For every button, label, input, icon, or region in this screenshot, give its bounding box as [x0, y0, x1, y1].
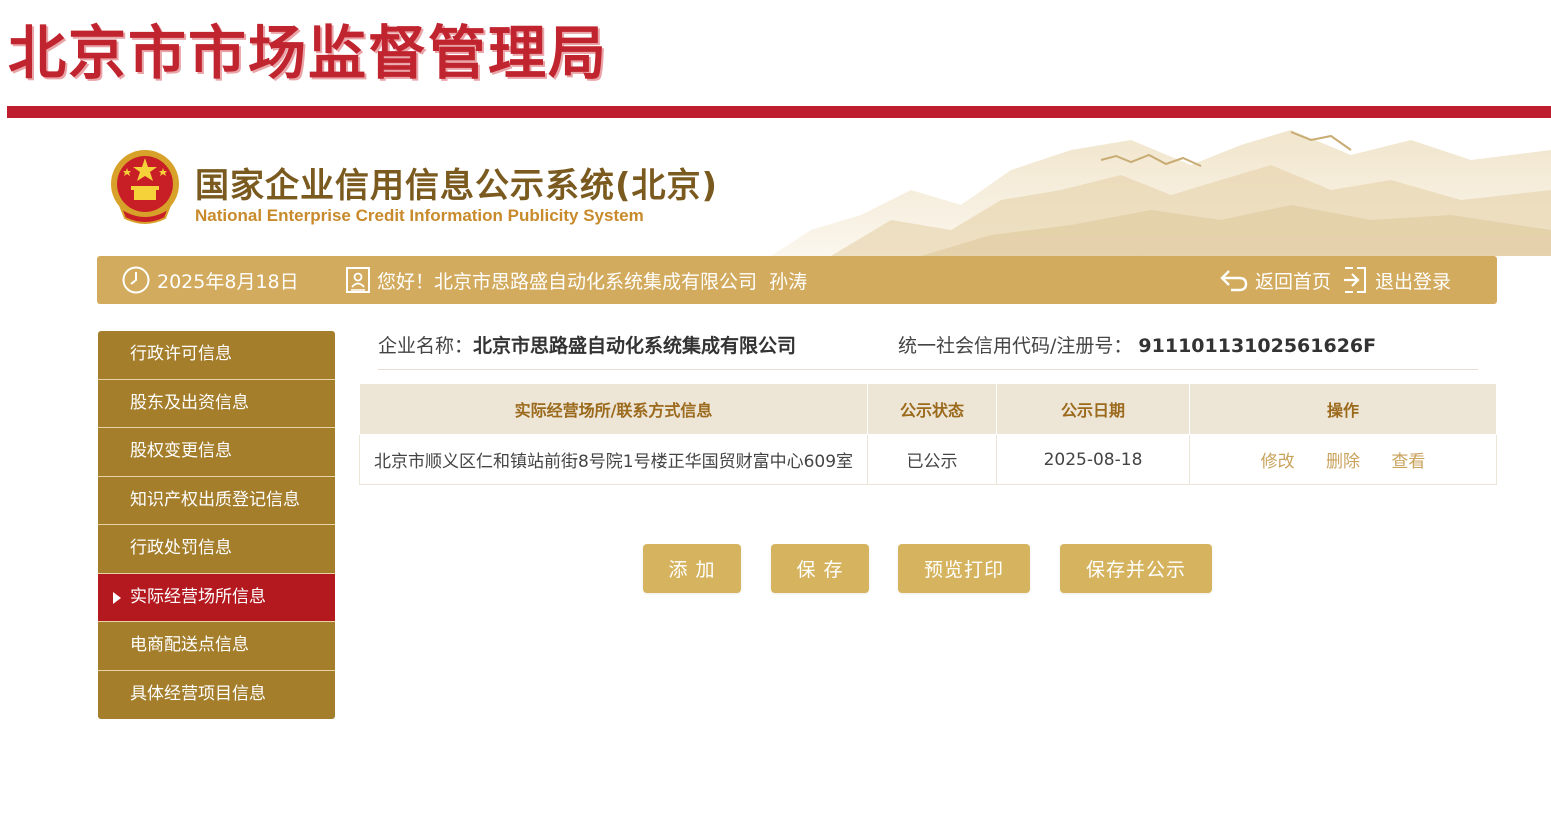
cell-status: 已公示 [867, 434, 997, 485]
credit-code-row: 统一社会信用代码/注册号： 91110113102561626F [898, 331, 1376, 361]
return-home-label: 返回首页 [1255, 270, 1332, 293]
sidebar-item-label: 知识产权出质登记信息 [130, 489, 300, 510]
great-wall-mountain-illustration [771, 130, 1551, 256]
sidebar-menu: 行政许可信息 股东及出资信息 股权变更信息 知识产权出质登记信息 行政处罚信息 … [98, 331, 335, 719]
sidebar-item-ecommerce-delivery[interactable]: 电商配送点信息 [98, 622, 335, 671]
sidebar-item-label: 股权变更信息 [130, 441, 232, 461]
sidebar-item-label: 实际经营场所信息 [130, 586, 266, 607]
credit-code-value: 91110113102561626F [1138, 335, 1377, 357]
table-row: 北京市顺义区仁和镇站前街8号院1号楼正华国贸财富中心609室 已公示 2025-… [359, 434, 1497, 485]
return-arrow-icon [1220, 270, 1248, 292]
premises-table: 实际经营场所/联系方式信息 公示状态 公示日期 操作 北京市顺义区仁和镇站前街8… [359, 383, 1497, 485]
sidebar-item-business-premises[interactable]: 实际经营场所信息 [98, 573, 335, 622]
sidebar-item-label: 行政许可信息 [130, 344, 232, 364]
company-name-row: 企业名称：北京市思路盛自动化系统集成有限公司 [378, 331, 796, 361]
view-link[interactable]: 查看 [1391, 452, 1425, 472]
sidebar-item-business-items[interactable]: 具体经营项目信息 [98, 670, 335, 719]
cell-date: 2025-08-18 [996, 434, 1190, 485]
system-header: 国家企业信用信息公示系统(北京) National Enterprise Cre… [97, 120, 1551, 256]
logout-icon [1344, 267, 1366, 293]
system-title: 国家企业信用信息公示系统(北京) [195, 166, 719, 206]
save-publish-button[interactable]: 保存并公示 [1060, 544, 1212, 593]
current-date: 2025年8月18日 [157, 270, 299, 293]
logout-link[interactable]: 退出登录 [1341, 256, 1451, 304]
add-button[interactable]: 添 加 [643, 544, 741, 593]
column-header-actions: 操作 [1189, 383, 1497, 435]
system-subtitle: National Enterprise Credit Information P… [195, 206, 644, 225]
clock-icon [122, 266, 150, 294]
table-header-row: 实际经营场所/联系方式信息 公示状态 公示日期 操作 [359, 383, 1497, 435]
date-display: 2025年8月18日 [121, 256, 299, 304]
cell-address: 北京市顺义区仁和镇站前街8号院1号楼正华国贸财富中心609室 [359, 434, 868, 485]
sidebar-item-label: 股东及出资信息 [130, 392, 249, 413]
column-header-address: 实际经营场所/联系方式信息 [359, 383, 868, 435]
save-button[interactable]: 保 存 [771, 544, 869, 593]
cell-actions: 修改 删除 查看 [1189, 434, 1497, 485]
company-name-value: 北京市思路盛自动化系统集成有限公司 [473, 335, 797, 357]
active-arrow-icon [113, 591, 121, 604]
return-home-link[interactable]: 返回首页 [1219, 256, 1331, 304]
red-divider-bar [7, 106, 1551, 118]
agency-title: 北京市市场监督管理局 [8, 19, 609, 87]
user-badge-icon [346, 267, 370, 293]
top-info-bar: 2025年8月18日 您好！北京市思路盛自动化系统集成有限公司 孙涛 返回首页 … [97, 256, 1497, 304]
sidebar-item-equity-change[interactable]: 股权变更信息 [98, 428, 335, 477]
sidebar-item-label: 行政处罚信息 [130, 538, 232, 558]
sidebar-item-admin-penalty[interactable]: 行政处罚信息 [98, 525, 335, 574]
user-greeting: 您好！北京市思路盛自动化系统集成有限公司 孙涛 [345, 256, 807, 304]
greeting-text: 您好！北京市思路盛自动化系统集成有限公司 孙涛 [377, 270, 808, 293]
sidebar-item-label: 具体经营项目信息 [130, 683, 266, 704]
preview-print-button[interactable]: 预览打印 [898, 544, 1030, 593]
column-header-status: 公示状态 [867, 383, 997, 435]
column-header-date: 公示日期 [996, 383, 1190, 435]
credit-code-label: 统一社会信用代码/注册号： [898, 335, 1133, 357]
info-divider [378, 369, 1478, 370]
company-name-label: 企业名称： [378, 335, 474, 357]
national-emblem-icon [111, 150, 179, 224]
sidebar-item-shareholders[interactable]: 股东及出资信息 [98, 379, 335, 428]
delete-link[interactable]: 删除 [1326, 452, 1360, 472]
sidebar-item-ip-pledge[interactable]: 知识产权出质登记信息 [98, 476, 335, 525]
sidebar-item-label: 电商配送点信息 [130, 635, 249, 655]
edit-link[interactable]: 修改 [1261, 452, 1295, 472]
logout-label: 退出登录 [1375, 270, 1452, 293]
sidebar-item-admin-license[interactable]: 行政许可信息 [98, 331, 335, 380]
